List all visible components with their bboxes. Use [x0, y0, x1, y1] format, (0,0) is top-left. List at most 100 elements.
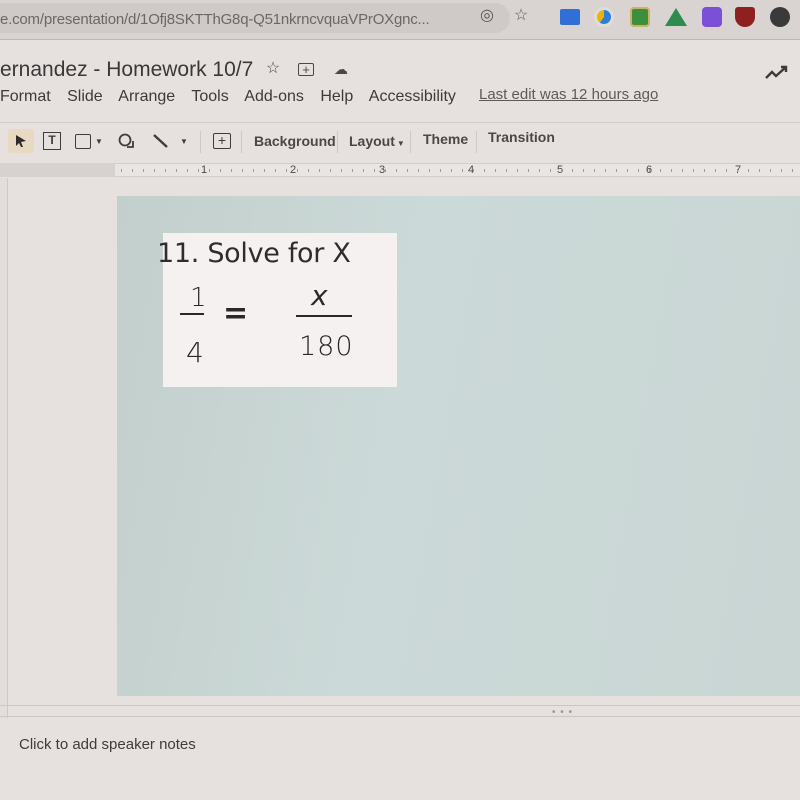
- ruler-tick: [396, 169, 397, 172]
- shape-button[interactable]: [116, 129, 138, 153]
- add-comment-button[interactable]: +: [210, 129, 234, 153]
- ruler-tick: [638, 169, 639, 172]
- transition-button[interactable]: Transition: [488, 129, 555, 145]
- ruler-tick: [649, 169, 650, 172]
- ublock-origin-icon[interactable]: [735, 7, 755, 27]
- ruler-tick: [121, 169, 122, 172]
- google-drive-icon[interactable]: [665, 8, 687, 26]
- ruler-tick: [275, 169, 276, 172]
- ruler-tick: [374, 169, 375, 172]
- ruler-number: 1: [201, 164, 208, 176]
- star-icon[interactable]: ☆: [264, 60, 282, 78]
- ruler-tick: [187, 169, 188, 172]
- ruler-tick: [165, 169, 166, 172]
- ruler-margin: [0, 163, 115, 177]
- ruler-tick: [682, 169, 683, 172]
- ruler-tick: [616, 169, 617, 172]
- right-numerator: x: [311, 279, 328, 312]
- menu-tools[interactable]: Tools: [191, 88, 228, 105]
- ruler-tick: [418, 169, 419, 172]
- horizontal-ruler[interactable]: 1234567: [115, 163, 800, 177]
- puzzle-extension-icon[interactable]: [702, 7, 722, 27]
- ruler-tick: [341, 169, 342, 172]
- select-tool-button[interactable]: [8, 129, 34, 153]
- speaker-notes-input[interactable]: Click to add speaker notes: [19, 736, 196, 753]
- bookmark-star-icon[interactable]: ☆: [512, 7, 530, 25]
- ruler-tick: [176, 169, 177, 172]
- menu-slide[interactable]: Slide: [67, 88, 103, 105]
- ruler-tick: [198, 169, 199, 172]
- ruler-tick: [253, 169, 254, 172]
- layout-label: Layout: [349, 133, 395, 149]
- ruler-tick: [550, 169, 551, 172]
- ruler-tick: [319, 169, 320, 172]
- google-classroom-icon[interactable]: [630, 7, 650, 27]
- line-options-dropdown[interactable]: ▼: [177, 129, 191, 153]
- ruler-tick: [781, 169, 782, 172]
- blue-extension-icon[interactable]: [560, 9, 580, 25]
- ruler-tick: [572, 169, 573, 172]
- line-tool-button[interactable]: [150, 129, 172, 153]
- ruler-tick: [770, 169, 771, 172]
- ruler-tick: [671, 169, 672, 172]
- activity-dashboard-icon[interactable]: [765, 64, 789, 80]
- ruler-tick: [231, 169, 232, 172]
- ruler-tick: [462, 169, 463, 172]
- background-button[interactable]: Background: [254, 133, 336, 149]
- ruler-tick: [495, 169, 496, 172]
- ruler-tick: [792, 169, 793, 172]
- image-icon: [75, 133, 92, 149]
- insert-image-button[interactable]: ▼: [72, 129, 106, 153]
- menu-add-ons[interactable]: Add-ons: [244, 88, 304, 105]
- ruler-tick: [330, 169, 331, 172]
- ruler-number: 2: [290, 164, 297, 176]
- menu-format[interactable]: Format: [0, 88, 51, 105]
- text-box-button[interactable]: T: [40, 129, 64, 153]
- ruler-tick: [429, 169, 430, 172]
- vertical-ruler[interactable]: [0, 178, 8, 718]
- location-target-icon[interactable]: ◎: [478, 7, 496, 25]
- ruler-tick: [143, 169, 144, 172]
- ruler-tick: [352, 169, 353, 172]
- layout-button[interactable]: Layout ▼: [349, 133, 405, 149]
- ruler-tick: [385, 169, 386, 172]
- ruler-tick: [308, 169, 309, 172]
- ruler-tick: [407, 169, 408, 172]
- ruler-tick: [715, 169, 716, 172]
- ruler-tick: [561, 169, 562, 172]
- menu-arrange[interactable]: Arrange: [118, 88, 175, 105]
- menu-accessibility[interactable]: Accessibility: [369, 88, 456, 105]
- address-bar[interactable]: e.com/presentation/d/1Ofj8SKTThG8q-Q51nk…: [0, 3, 510, 33]
- ruler-tick: [451, 169, 452, 172]
- theme-button[interactable]: Theme: [423, 131, 468, 147]
- chevron-down-icon: ▼: [396, 139, 405, 148]
- ruler-tick: [693, 169, 694, 172]
- problem-title: 11. Solve for X: [157, 238, 351, 269]
- circle-extension-icon[interactable]: [770, 7, 790, 27]
- menu-help[interactable]: Help: [320, 88, 353, 105]
- chevron-down-icon: ▼: [180, 136, 188, 146]
- ruler-tick: [209, 169, 210, 172]
- notes-resize-divider[interactable]: [0, 705, 800, 706]
- speedometer-extension-icon[interactable]: [594, 7, 614, 27]
- ruler-tick: [363, 169, 364, 172]
- right-fraction-bar: [296, 315, 352, 317]
- editing-toolbar: T ▼ ▼ + Background Layout ▼ Theme Transit…: [0, 122, 800, 158]
- left-numerator: 1: [190, 283, 207, 313]
- toolbar-divider: [200, 131, 201, 153]
- ruler-tick: [297, 169, 298, 172]
- document-title[interactable]: ernandez - Homework 10/7: [0, 58, 253, 82]
- ruler-tick: [583, 169, 584, 172]
- menu-bar: Format Slide Arrange Tools Add-ons Help …: [0, 88, 468, 108]
- ruler-tick: [154, 169, 155, 172]
- left-denominator: 4: [186, 336, 204, 369]
- ruler-tick: [484, 169, 485, 172]
- equals-sign: =: [223, 296, 249, 331]
- last-edit-link[interactable]: Last edit was 12 hours ago: [479, 86, 658, 103]
- chevron-down-icon: ▼: [95, 136, 103, 146]
- move-to-folder-icon[interactable]: +: [298, 63, 314, 76]
- ruler-tick: [473, 169, 474, 172]
- ruler-tick: [506, 169, 507, 172]
- shape-icon: [118, 133, 134, 148]
- url-text[interactable]: e.com/presentation/d/1Ofj8SKTThG8q-Q51nk…: [0, 11, 430, 28]
